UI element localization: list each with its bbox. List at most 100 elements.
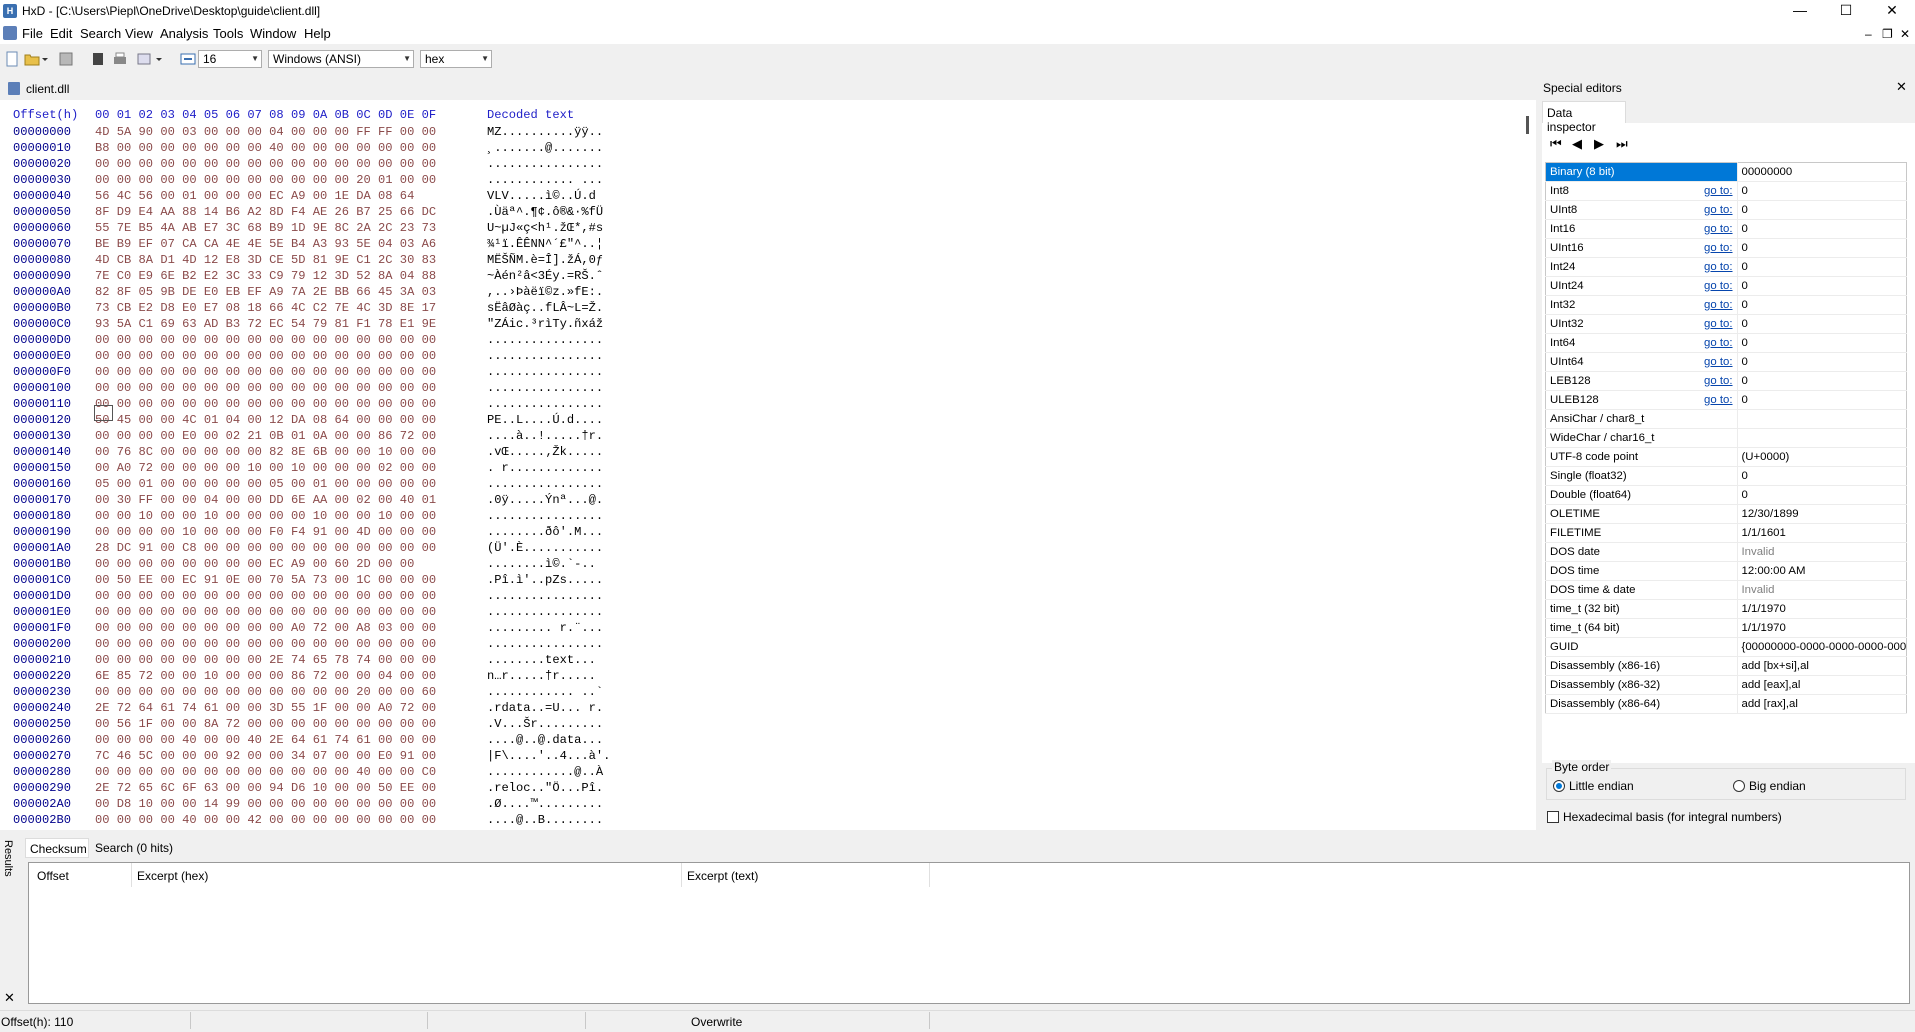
- inspector-goto-link[interactable]: go to:: [1688, 352, 1738, 372]
- bytes-per-row-select[interactable]: 16 ▼: [198, 50, 262, 68]
- inspector-value[interactable]: add [bx+si],al: [1736, 656, 1907, 676]
- inspector-row[interactable]: Int8 go to: 0: [1545, 181, 1907, 201]
- export-icon[interactable]: [136, 51, 152, 67]
- hex-row-bytes[interactable]: 00 00 10 00 00 10 00 00 00 00 10 00 00 1…: [95, 508, 436, 524]
- inspector-row[interactable]: Double (float64) 0: [1545, 485, 1907, 505]
- inspector-row[interactable]: WideChar / char16_t: [1545, 428, 1907, 448]
- inspector-row[interactable]: LEB128 go to: 0: [1545, 371, 1907, 391]
- menu-search[interactable]: Search: [80, 26, 121, 41]
- inspector-value[interactable]: [1736, 428, 1907, 448]
- inspector-row[interactable]: DOS time & date Invalid: [1545, 580, 1907, 600]
- hex-row-decoded-text[interactable]: ¾¹ï.ÊÊNN^´£"^..¦: [487, 236, 603, 252]
- inspector-row[interactable]: ULEB128 go to: 0: [1545, 390, 1907, 410]
- hex-row-bytes[interactable]: 28 DC 91 00 C8 00 00 00 00 00 00 00 00 0…: [95, 540, 436, 556]
- hex-row-bytes[interactable]: 56 4C 56 00 01 00 00 00 EC A9 00 1E DA 0…: [95, 188, 414, 204]
- hex-row-decoded-text[interactable]: ................: [487, 396, 603, 412]
- hex-row-bytes[interactable]: 05 00 01 00 00 00 00 00 05 00 01 00 00 0…: [95, 476, 436, 492]
- hex-row-bytes[interactable]: 7E C0 E9 6E B2 E2 3C 33 C9 79 12 3D 52 8…: [95, 268, 436, 284]
- inspector-row[interactable]: OLETIME 12/30/1899: [1545, 504, 1907, 524]
- inspector-value[interactable]: 0: [1736, 333, 1907, 353]
- inspector-value[interactable]: {00000000-0000-0000-0000-00000: [1736, 637, 1907, 657]
- hex-row-bytes[interactable]: 00 00 00 00 00 00 00 00 00 00 00 00 00 0…: [95, 380, 436, 396]
- inspector-value[interactable]: 0: [1736, 200, 1907, 220]
- inspector-value[interactable]: 0: [1736, 314, 1907, 334]
- hex-row-bytes[interactable]: B8 00 00 00 00 00 00 00 40 00 00 00 00 0…: [95, 140, 436, 156]
- hex-row-decoded-text[interactable]: ................: [487, 364, 603, 380]
- hex-row-decoded-text[interactable]: ....@..@.data...: [487, 732, 603, 748]
- hex-row-bytes[interactable]: 00 00 00 00 40 00 00 42 00 00 00 00 00 0…: [95, 812, 436, 828]
- hex-row-bytes[interactable]: 00 00 00 00 40 00 00 40 2E 64 61 74 61 0…: [95, 732, 436, 748]
- special-editors-close-button[interactable]: ✕: [1896, 79, 1907, 95]
- hex-row-bytes[interactable]: 7C 46 5C 00 00 00 92 00 00 34 07 00 00 E…: [95, 748, 436, 764]
- inspector-value[interactable]: 12/30/1899: [1736, 504, 1907, 524]
- hex-row-bytes[interactable]: 50 45 00 00 4C 01 04 00 12 DA 08 64 00 0…: [95, 412, 436, 428]
- hex-row-bytes[interactable]: 00 00 00 00 00 00 00 00 2E 74 65 78 74 0…: [95, 652, 436, 668]
- inspector-value[interactable]: 12:00:00 AM: [1736, 561, 1907, 581]
- hex-row-bytes[interactable]: 2E 72 65 6C 6F 63 00 00 94 D6 10 00 00 5…: [95, 780, 436, 796]
- inspector-value[interactable]: Invalid: [1736, 580, 1907, 600]
- hex-row-bytes[interactable]: 00 00 00 00 00 00 00 00 00 00 00 00 00 0…: [95, 588, 436, 604]
- menu-edit[interactable]: Edit: [50, 26, 72, 41]
- menu-view[interactable]: View: [125, 26, 153, 41]
- print-icon[interactable]: [112, 51, 128, 67]
- hex-row-decoded-text[interactable]: ,..›Þàëï©z.»fE:.: [487, 284, 603, 300]
- inspector-row[interactable]: UInt8 go to: 0: [1545, 200, 1907, 220]
- column-excerpt-hex[interactable]: Excerpt (hex): [137, 869, 208, 883]
- menu-help[interactable]: Help: [304, 26, 331, 41]
- hex-row-decoded-text[interactable]: . r.............: [487, 460, 603, 476]
- little-endian-radio[interactable]: [1553, 780, 1565, 792]
- inspector-row[interactable]: UInt64 go to: 0: [1545, 352, 1907, 372]
- inspector-goto-link[interactable]: go to:: [1688, 295, 1738, 315]
- hex-row-bytes[interactable]: 00 00 00 00 00 00 00 00 00 00 00 00 20 0…: [95, 684, 436, 700]
- hex-row-decoded-text[interactable]: ................: [487, 604, 603, 620]
- hex-row-decoded-text[interactable]: ............@..À: [487, 764, 603, 780]
- hex-row-decoded-text[interactable]: MËŠÑM.è=Î].žÁ,0ƒ: [487, 252, 603, 268]
- inspector-value[interactable]: 0: [1736, 352, 1907, 372]
- inspector-goto-link[interactable]: go to:: [1688, 181, 1738, 201]
- hex-row-decoded-text[interactable]: (Ü'.È...........: [487, 540, 603, 556]
- hex-row-bytes[interactable]: 93 5A C1 69 63 AD B3 72 EC 54 79 81 F1 7…: [95, 316, 436, 332]
- hex-row-decoded-text[interactable]: ........ðô'.M...: [487, 524, 603, 540]
- inspector-value[interactable]: (U+0000): [1736, 447, 1907, 467]
- hex-row-bytes[interactable]: 8F D9 E4 AA 88 14 B6 A2 8D F4 AE 26 B7 2…: [95, 204, 436, 220]
- inspector-value[interactable]: 0: [1736, 485, 1907, 505]
- hex-row-decoded-text[interactable]: n…r.....†r.....: [487, 668, 596, 684]
- hexadecimal-basis-checkbox[interactable]: [1547, 811, 1559, 823]
- hex-row-decoded-text[interactable]: ................: [487, 348, 603, 364]
- hex-row-decoded-text[interactable]: ~Àén²â<3Éy.=RŠ.ˆ: [487, 268, 603, 284]
- hex-row-decoded-text[interactable]: .vŒ.....‚Žk.....: [487, 444, 603, 460]
- inspector-goto-link[interactable]: go to:: [1688, 333, 1738, 353]
- close-file-icon[interactable]: [90, 51, 106, 67]
- tab-data-inspector[interactable]: Data inspector: [1542, 101, 1626, 134]
- hex-row-bytes[interactable]: 00 00 00 00 00 00 00 00 00 00 00 00 00 0…: [95, 348, 436, 364]
- hex-row-decoded-text[interactable]: ............ ..`: [487, 684, 603, 700]
- hex-row-bytes[interactable]: 00 76 8C 00 00 00 00 00 82 8E 6B 00 00 1…: [95, 444, 436, 460]
- inspector-goto-link[interactable]: go to:: [1688, 390, 1738, 410]
- hex-row-decoded-text[interactable]: sËâØàç..fLÂ~L=Ž.: [487, 300, 603, 316]
- menu-file[interactable]: File: [22, 26, 43, 41]
- hex-row-bytes[interactable]: 00 00 00 00 E0 00 02 21 0B 01 0A 00 00 8…: [95, 428, 436, 444]
- hex-row-decoded-text[interactable]: .0ÿ.....Ýnª...@.: [487, 492, 603, 508]
- hex-row-decoded-text[interactable]: .V...Šr.........: [487, 716, 603, 732]
- inspector-row[interactable]: Int64 go to: 0: [1545, 333, 1907, 353]
- open-dropdown-icon[interactable]: [40, 51, 50, 67]
- inspector-goto-link[interactable]: go to:: [1688, 371, 1738, 391]
- hex-row-decoded-text[interactable]: .rdata..=U... r.: [487, 700, 603, 716]
- inspector-row[interactable]: Disassembly (x86-32) add [eax],al: [1545, 675, 1907, 695]
- hex-row-bytes[interactable]: 00 00 00 00 10 00 00 00 F0 F4 91 00 4D 0…: [95, 524, 436, 540]
- new-file-icon[interactable]: [4, 51, 20, 67]
- hex-row-decoded-text[interactable]: ................: [487, 476, 603, 492]
- inspector-value[interactable]: 0: [1736, 371, 1907, 391]
- inspector-value[interactable]: add [rax],al: [1736, 694, 1907, 714]
- hex-row-bytes[interactable]: 4D 5A 90 00 03 00 00 00 04 00 00 00 FF F…: [95, 124, 436, 140]
- hex-row-bytes[interactable]: 00 00 00 00 00 00 00 00 00 00 00 00 00 0…: [95, 604, 436, 620]
- inspector-row[interactable]: Single (float32) 0: [1545, 466, 1907, 486]
- mdi-restore-button[interactable]: ❐: [1882, 27, 1893, 41]
- hex-row-decoded-text[interactable]: ................: [487, 588, 603, 604]
- inspector-row[interactable]: UInt16 go to: 0: [1545, 238, 1907, 258]
- charset-select[interactable]: Windows (ANSI) ▼: [268, 50, 414, 68]
- inspector-goto-link[interactable]: go to:: [1688, 200, 1738, 220]
- file-tab-client-dll[interactable]: client.dll: [26, 82, 69, 96]
- hex-row-decoded-text[interactable]: ................: [487, 380, 603, 396]
- first-icon[interactable]: ⏮: [1550, 136, 1562, 152]
